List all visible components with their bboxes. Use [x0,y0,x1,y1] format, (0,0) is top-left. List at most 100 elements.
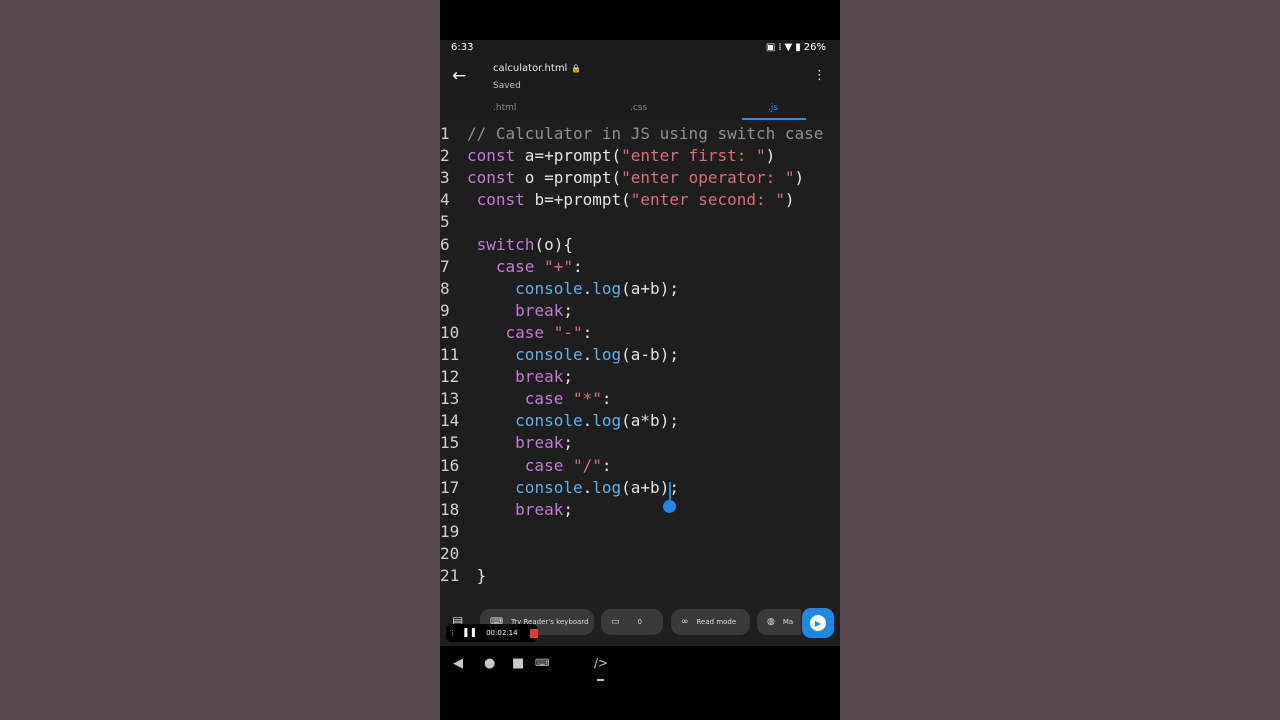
code-text[interactable]: break; [467,500,573,519]
line-number: 1 [440,124,450,143]
code-line[interactable]: 7 case "+": [440,257,840,279]
code-text[interactable]: console.log(a*b); [467,411,679,430]
comments-button[interactable]: ▭ 0 [601,609,663,635]
battery-icon: ▮ [795,42,801,53]
read-mode-button[interactable]: ∞ Read mode [671,609,750,635]
code-line[interactable]: 8 console.log(a+b); [440,279,840,301]
code-line[interactable]: 1 // Calculator in JS using switch case [440,124,840,146]
file-tabs: .html .css .js [440,98,840,120]
code-text[interactable]: switch(o){ [467,235,573,254]
code-text[interactable]: const o =prompt("enter operator: ") [467,168,804,187]
comments-count: 0 [637,618,642,626]
code-line[interactable]: 15 break; [440,433,840,455]
line-number: 9 [440,300,450,320]
lock-icon: 🔒 [571,64,582,73]
code-line[interactable]: 21 } [440,566,840,588]
code-line[interactable]: 2 const a=+prompt("enter first: ") [440,146,840,168]
comment-icon: ▭ [611,617,620,627]
line-number: 19 [440,521,460,541]
code-line[interactable]: 4 const b=+prompt("enter second: ") [440,190,840,212]
save-status: Saved [493,81,521,91]
code-text[interactable]: case "-": [467,323,593,342]
code-text[interactable]: console.log(a-b); [467,345,679,364]
recording-time: 00:02:14 [486,629,518,637]
more-button[interactable]: ◍ Ma [757,609,801,635]
pause-icon[interactable]: ❚❚ [462,628,477,638]
status-icons: ▣ ⁞ ▼ ▮ 26% [766,42,826,53]
code-line[interactable]: 19 [440,522,840,544]
screen-recorder: ⋮ ❚❚ 00:02:14 [446,624,538,642]
code-line[interactable]: 6 switch(o){ [440,235,840,257]
code-text[interactable]: const a=+prompt("enter first: ") [467,146,775,165]
line-number: 12 [440,367,460,387]
code-text[interactable]: console.log(a+b); [467,279,679,298]
code-text[interactable]: const b=+prompt("enter second: ") [467,190,795,209]
code-text[interactable]: case "*": [467,389,612,408]
stop-icon[interactable] [529,628,538,638]
cursor-handle[interactable] [663,500,676,513]
line-number: 13 [440,389,460,409]
cast-icon: ▣ [765,42,776,53]
tab-css[interactable]: .css [630,103,647,113]
code-line[interactable]: 11 console.log(a-b); [440,345,840,367]
code-line[interactable]: 12 break; [440,367,840,389]
line-number: 6 [440,234,450,254]
code-line[interactable]: 10 case "-": [440,323,840,345]
left-background [0,0,440,720]
code-line[interactable]: 9 break; [440,301,840,323]
file-name: calculator.html [493,63,568,74]
code-icon[interactable]: /> [594,656,608,670]
nav-back-icon[interactable]: ◀ [453,656,463,671]
line-number: 5 [440,212,450,232]
line-number: 18 [440,499,460,519]
line-number: 17 [440,477,460,497]
phone-screen: 6:33 ▣ ⁞ ▼ ▮ 26% ← calculator.html 🔒 Save… [440,0,840,720]
globe-icon: ◍ [767,617,775,627]
read-mode-label: Read mode [696,618,737,626]
code-text[interactable]: break; [467,301,573,320]
wifi-icon: ▼ [784,42,793,53]
drag-handle-icon[interactable]: ⋮ [449,629,456,637]
file-title: calculator.html 🔒 [493,63,581,74]
more-options-icon[interactable]: ⋮ [813,68,826,83]
code-text[interactable]: break; [467,367,573,386]
code-line[interactable]: 14 console.log(a*b); [440,411,840,433]
line-number: 16 [440,455,460,475]
status-bar: 6:33 ▣ ⁞ ▼ ▮ 26% [440,40,840,56]
code-editor[interactable]: 1// Calculator in JS using switch case 2 c… [440,120,840,598]
system-nav-bar: ◀ ● ■ ⌨ /> [440,646,840,686]
line-number: 7 [440,256,450,276]
nav-recents-icon[interactable]: ■ [512,656,524,671]
code-line[interactable]: 16 case "/": [440,456,840,478]
nav-home-icon[interactable]: ● [484,656,495,671]
code-line[interactable]: 13 case "*": [440,389,840,411]
back-arrow-icon[interactable]: ← [452,66,466,86]
nav-keyboard-icon[interactable]: ⌨ [535,658,549,669]
code-text[interactable]: case "/": [467,456,612,475]
line-number: 14 [440,411,460,431]
right-background [840,0,1280,720]
line-number: 2 [440,146,450,166]
code-text[interactable]: break; [467,433,573,452]
line-number: 11 [440,345,460,364]
code-text[interactable]: console.log(a+b); [467,478,679,497]
vibrate-icon: ⁞ [778,42,782,53]
code-line[interactable]: 18 break; [440,500,840,522]
line-number: 8 [440,278,450,298]
code-line[interactable]: 5 [440,212,840,234]
app-bar: ← calculator.html 🔒 Saved ⋮ [440,56,840,98]
code-line[interactable]: 17 console.log(a+b); [440,478,840,500]
code-line[interactable]: 3 const o =prompt("enter operator: ") [440,168,840,190]
tab-js[interactable]: .js [768,103,778,113]
tab-html[interactable]: .html [493,103,516,113]
code-text[interactable]: } [467,566,487,585]
code-text[interactable]: // Calculator in JS using switch case [467,124,823,143]
line-number: 10 [440,322,460,342]
play-icon: ▶ [810,615,826,631]
code-indicator [597,679,604,681]
line-number: 4 [440,190,450,210]
run-button[interactable]: ▶ [802,608,834,638]
code-line[interactable]: 20 [440,544,840,566]
glasses-icon: ∞ [681,617,689,627]
code-text[interactable]: case "+": [467,257,583,276]
